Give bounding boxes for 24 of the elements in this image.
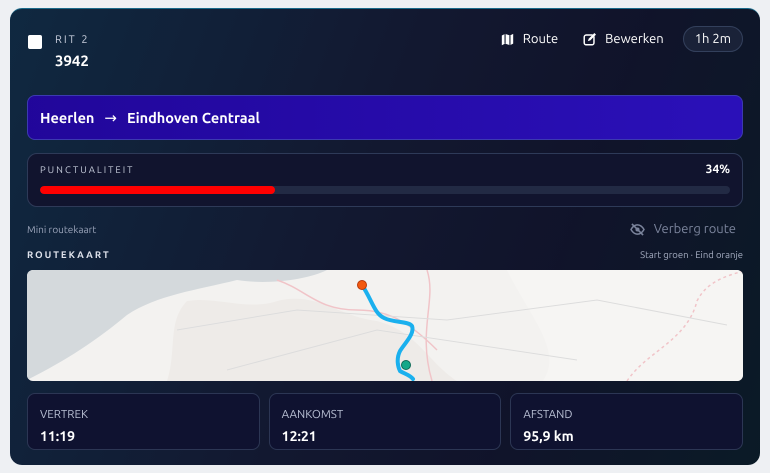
map-legend: Start groen · Eind oranje bbox=[640, 249, 743, 260]
arrow-icon: → bbox=[104, 108, 117, 126]
stat-label: AANKOMST bbox=[282, 408, 344, 421]
mini-map-label: Mini routekaart bbox=[27, 224, 96, 234]
edit-icon bbox=[583, 32, 596, 46]
eye-off-icon bbox=[630, 222, 645, 236]
edit-button[interactable]: Bewerken bbox=[575, 26, 672, 52]
stat-label: VERTREK bbox=[40, 408, 88, 421]
stat-value: 95,9 km bbox=[523, 428, 574, 444]
checkbox[interactable] bbox=[28, 35, 42, 49]
route-button[interactable]: Route bbox=[492, 26, 566, 52]
punctuality-reading: 34% bbox=[706, 163, 730, 176]
stat-label: AFSTAND bbox=[523, 408, 572, 421]
destination-station: Eindhoven Centraal bbox=[126, 109, 260, 126]
punctuality-label: PUNCTUALITEIT bbox=[40, 164, 134, 175]
map-icon bbox=[500, 32, 514, 46]
trip-label: RIT 2 bbox=[55, 34, 90, 46]
origin-station: Heerlen bbox=[40, 109, 94, 126]
trip-number: 3942 bbox=[55, 52, 90, 69]
duration-badge: 1h 2m bbox=[682, 26, 743, 52]
map-title: ROUTEKAART bbox=[27, 249, 111, 260]
stat-value: 11:19 bbox=[40, 428, 76, 444]
hide-route-button[interactable]: Verberg route bbox=[622, 218, 743, 240]
stat-value: 12:21 bbox=[282, 428, 317, 444]
